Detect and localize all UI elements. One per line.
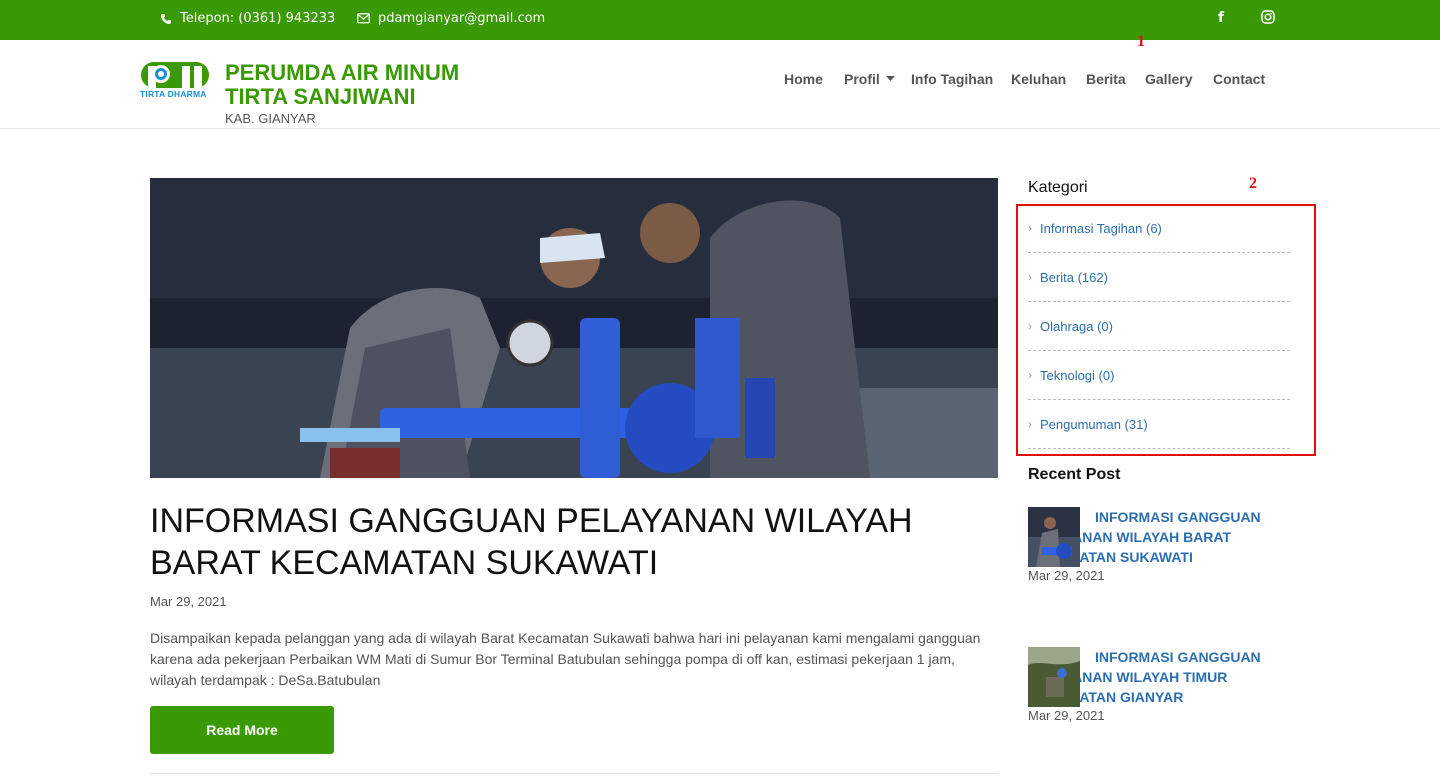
recent-post-thumbnail[interactable] xyxy=(1028,507,1080,567)
site-subtitle: KAB. GIANYAR xyxy=(225,111,316,126)
post-featured-image[interactable] xyxy=(150,178,998,478)
nav-berita[interactable]: Berita xyxy=(1086,71,1126,87)
category-label: Olahraga (0) xyxy=(1040,318,1113,334)
recent-post-item[interactable]: INFORMASI GANGGUAN PELAYANAN WILAYAH TIM… xyxy=(1028,647,1290,723)
recent-post-thumbnail[interactable] xyxy=(1028,647,1080,707)
read-more-button[interactable]: Read More xyxy=(150,706,334,754)
recent-post-date: Mar 29, 2021 xyxy=(1028,568,1105,583)
category-list: › Informasi Tagihan (6) › Berita (162) › Ol… xyxy=(1028,204,1290,449)
recent-post-heading: Recent Post xyxy=(1028,466,1121,483)
chevron-right-icon: › xyxy=(1028,368,1032,382)
annotation-number-2: 2 xyxy=(1249,175,1257,192)
post-title[interactable]: INFORMASI GANGGUAN PELAYANAN WILAYAH BAR… xyxy=(150,500,998,584)
category-item[interactable]: › Berita (162) xyxy=(1028,253,1290,302)
phone-icon xyxy=(161,13,171,24)
chevron-right-icon: › xyxy=(1028,417,1032,431)
kategori-heading: Kategori xyxy=(1028,179,1088,196)
category-label: Pengumuman (31) xyxy=(1040,416,1148,432)
nav-contact[interactable]: Contact xyxy=(1213,71,1265,87)
category-label: Teknologi (0) xyxy=(1040,367,1115,383)
facebook-icon[interactable]: f xyxy=(1218,10,1224,26)
site-header: TIRTA DHARMA PERUMDA AIR MINUM TIRTA SAN… xyxy=(0,40,1440,129)
email-text: pdamgianyar@gmail.com xyxy=(378,11,546,26)
post-date: Mar 29, 2021 xyxy=(150,594,227,609)
category-item[interactable]: › Teknologi (0) xyxy=(1028,351,1290,400)
category-label: Berita (162) xyxy=(1040,269,1108,285)
category-item[interactable]: › Olahraga (0) xyxy=(1028,302,1290,351)
chevron-right-icon: › xyxy=(1028,270,1032,284)
instagram-icon[interactable] xyxy=(1261,10,1275,28)
caret-down-icon xyxy=(885,76,895,81)
nav-gallery[interactable]: Gallery xyxy=(1145,71,1192,87)
chevron-right-icon: › xyxy=(1028,221,1032,235)
category-label: Informasi Tagihan (6) xyxy=(1040,220,1162,236)
top-contact-bar: Telepon: (0361) 943233 pdamgianyar@gmail… xyxy=(0,0,1440,40)
post-divider xyxy=(150,773,998,774)
annotation-number-1: 1 xyxy=(1137,33,1145,50)
category-item[interactable]: › Informasi Tagihan (6) xyxy=(1028,204,1290,253)
envelope-icon xyxy=(357,13,370,24)
nav-home[interactable]: Home xyxy=(784,71,823,87)
nav-keluhan[interactable]: Keluhan xyxy=(1011,71,1066,87)
post-excerpt: Disampaikan kepada pelanggan yang ada di… xyxy=(150,630,981,688)
recent-post-date: Mar 29, 2021 xyxy=(1028,708,1105,723)
email-contact[interactable]: pdamgianyar@gmail.com xyxy=(357,11,545,26)
nav-profil[interactable]: Profil xyxy=(844,71,895,87)
nav-profil-label: Profil xyxy=(844,71,880,87)
main-nav: Home Profil Info Tagihan Keluhan Berita … xyxy=(0,71,1440,91)
phone-text: Telepon: (0361) 943233 xyxy=(180,11,336,26)
category-item[interactable]: › Pengumuman (31) xyxy=(1028,400,1290,449)
nav-info-tagihan[interactable]: Info Tagihan xyxy=(911,71,993,87)
chevron-right-icon: › xyxy=(1028,319,1032,333)
phone-contact[interactable]: Telepon: (0361) 943233 xyxy=(160,11,335,26)
recent-post-item[interactable]: INFORMASI GANGGUAN PELAYANAN WILAYAH BAR… xyxy=(1028,507,1290,583)
